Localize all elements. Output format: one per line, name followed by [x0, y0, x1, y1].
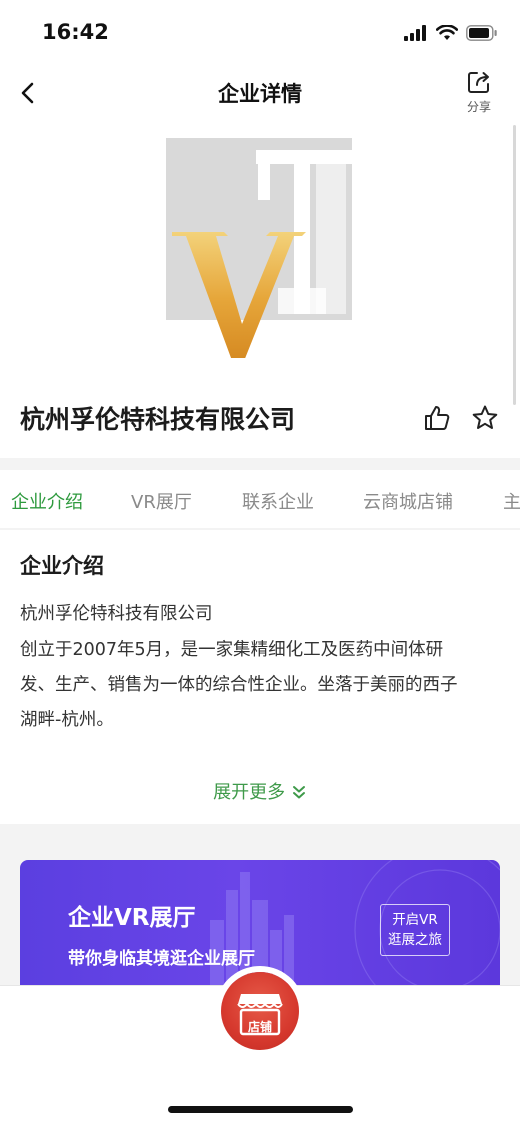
intro-line: 杭州孚伦特科技有限公司 — [20, 604, 213, 624]
intro-section: 企业介绍 杭州孚伦特科技有限公司 创立于2007年5月，是一家集精细化工及医药中… — [0, 530, 520, 824]
battery-icon — [466, 25, 497, 41]
thumbs-up-icon[interactable] — [423, 404, 451, 432]
expand-more-label: 展开更多 — [213, 782, 286, 803]
signal-icon — [404, 25, 426, 41]
home-indicator — [168, 1106, 353, 1113]
scroll-indicator — [513, 125, 516, 405]
tab-intro[interactable]: 企业介绍 — [11, 488, 83, 514]
tab-contact[interactable]: 联系企业 — [242, 488, 314, 514]
double-chevron-down-icon — [292, 786, 305, 799]
company-logo — [166, 138, 352, 358]
status-bar: 16:42 — [0, 0, 520, 62]
star-icon[interactable] — [471, 404, 499, 432]
tab-vr[interactable]: VR展厅 — [131, 488, 192, 514]
wifi-icon — [436, 25, 458, 40]
shop-label: 店铺 — [247, 1020, 272, 1034]
share-label: 分享 — [466, 100, 491, 114]
vr-banner-subtitle: 带你身临其境逛企业展厅 — [68, 949, 255, 969]
page-title: 企业详情 — [218, 82, 302, 106]
start-vr-line2: 逛展之旅 — [388, 932, 442, 948]
section-tabs: 企业介绍 VR展厅 联系企业 云商城店铺 主 — [0, 470, 520, 528]
tab-main[interactable]: 主 — [503, 488, 520, 514]
company-header: 杭州孚伦特科技有限公司 — [0, 128, 520, 458]
share-icon — [468, 72, 489, 93]
status-icons — [404, 22, 498, 44]
start-vr-line1: 开启VR — [392, 912, 438, 928]
nav-bar: 企业详情 分享 — [0, 62, 520, 128]
company-name: 杭州孚伦特科技有限公司 — [20, 405, 296, 434]
vr-banner-title: 企业VR展厅 — [68, 905, 196, 931]
intro-line: 创立于2007年5月，是一家集精细化工及医药中间体研 — [20, 640, 444, 660]
start-vr-button[interactable]: 开启VR 逛展之旅 — [380, 904, 450, 956]
shop-button[interactable]: 店铺 — [221, 972, 299, 1050]
expand-more-button[interactable]: 展开更多 — [0, 778, 520, 804]
storefront-icon — [237, 994, 283, 1036]
status-time: 16:42 — [42, 20, 109, 44]
intro-line: 发、生产、销售为一体的综合性企业。坐落于美丽的西子 — [20, 675, 458, 695]
share-button[interactable]: 分享 — [460, 68, 498, 115]
intro-line: 湖畔-杭州。 — [20, 710, 114, 730]
intro-heading: 企业介绍 — [20, 554, 104, 578]
tab-shop[interactable]: 云商城店铺 — [363, 488, 453, 514]
